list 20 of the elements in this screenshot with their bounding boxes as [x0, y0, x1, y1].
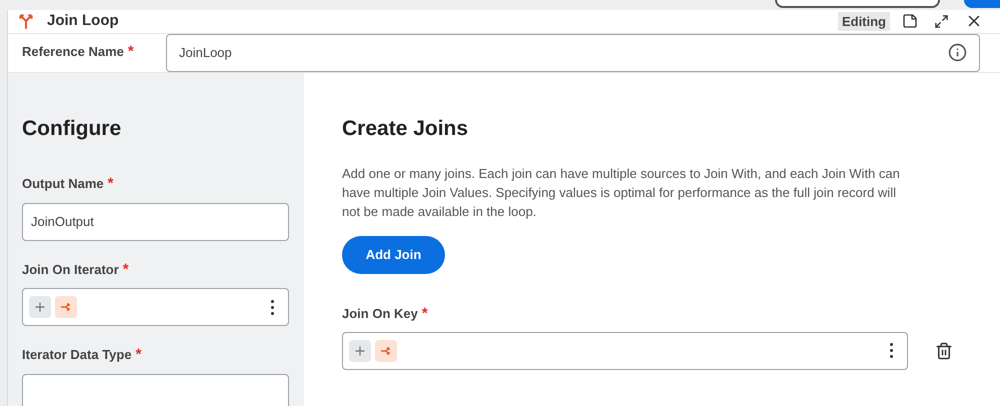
field-label: Output Name *: [22, 174, 114, 194]
field-label: Iterator Data Type *: [22, 345, 142, 365]
description-text: Add one or many joins. Each join can have multiple sources to Join With, and each Join With can have multiple Join Values. Specifying values is optimal for performance as the full join record will not be made available in the loop.: [342, 165, 901, 221]
required-mark: *: [136, 346, 142, 363]
reference-name-field[interactable]: JoinLoop: [166, 34, 980, 72]
add-join-button[interactable]: Add Join: [342, 236, 445, 274]
field-label: Reference Name *: [22, 42, 135, 62]
field-value: JoinOutput: [31, 212, 94, 231]
required-mark: *: [122, 260, 129, 278]
text-field[interactable]: JoinOutput: [22, 202, 289, 240]
field-label: Join On Iterator *: [22, 260, 130, 280]
field-label: Join On Key *: [342, 304, 429, 324]
status-tag: Editing: [838, 12, 890, 31]
section-heading: Configure: [22, 116, 122, 142]
section-heading: Create Joins: [342, 116, 470, 142]
required-mark: *: [128, 43, 134, 60]
field-value: JoinLoop: [179, 44, 233, 62]
required-mark: *: [422, 305, 428, 322]
window-title: Join Loop: [47, 11, 119, 31]
required-mark: *: [108, 175, 114, 192]
